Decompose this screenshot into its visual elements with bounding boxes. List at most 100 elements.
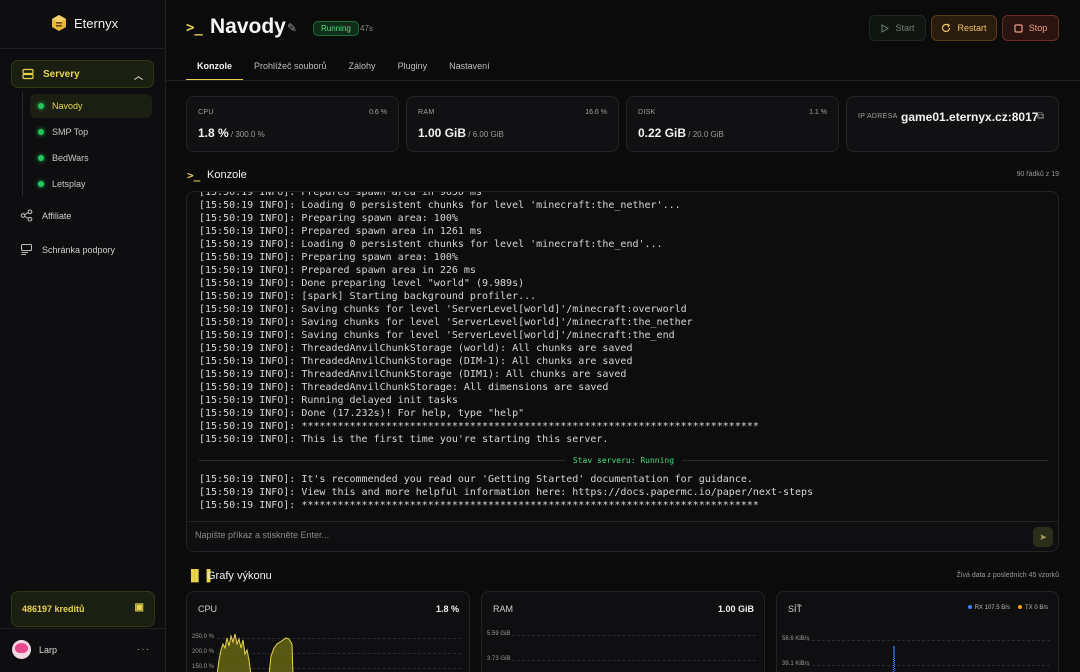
tab-settings[interactable]: Nastavení bbox=[438, 58, 501, 81]
send-button[interactable]: ➤ bbox=[1033, 527, 1053, 547]
cpu-percent: 0.6 % bbox=[369, 109, 387, 116]
tab-backups[interactable]: Zálohy bbox=[338, 58, 387, 81]
credits-box[interactable]: 486197 kreditů ▣ bbox=[11, 591, 155, 627]
server-name: Letsplay bbox=[52, 179, 86, 189]
ram-tick: 5.59 GiB bbox=[487, 631, 511, 637]
rx-legend: RX 107.5 B/s bbox=[967, 605, 1010, 611]
log-line: [15:50:19 INFO]: It's recommended you re… bbox=[199, 474, 753, 485]
app-root: Eternyx Servery ︿ Navody SMP Top BedWars Le… bbox=[0, 0, 1080, 672]
ram-percent: 16.6 % bbox=[585, 109, 607, 116]
ip-address[interactable]: game01.eternyx.cz:8017 bbox=[901, 110, 1038, 124]
ip-label: IP ADRESA bbox=[858, 113, 898, 120]
ram-tick: 3.73 GiB bbox=[487, 656, 511, 662]
log-line: [15:50:19 INFO]: ThreadedAnvilChunkStora… bbox=[199, 369, 627, 380]
terminal-icon: >_ bbox=[186, 20, 203, 36]
net-tick: 58.6 KiB/s bbox=[782, 636, 810, 642]
sidebar-divider bbox=[0, 48, 165, 49]
online-dot-icon bbox=[38, 181, 44, 187]
restart-label: Restart bbox=[957, 23, 987, 33]
graphs-meta: Živá data z posledních 45 vzorků bbox=[956, 572, 1059, 579]
start-button[interactable]: Start bbox=[869, 15, 926, 41]
command-input[interactable] bbox=[195, 530, 975, 540]
console-line-count: 90 řádků z 19 bbox=[1016, 171, 1059, 178]
stop-button[interactable]: Stop bbox=[1002, 15, 1059, 41]
copy-icon[interactable]: ⧉ bbox=[1037, 111, 1044, 122]
log-line: [15:50:19 INFO]: Prepared spawn area in … bbox=[199, 226, 482, 237]
tab-bar: Konzole Prohlížeč souborů Zálohy Pluginy… bbox=[186, 58, 501, 81]
eternyx-logo-icon bbox=[52, 15, 66, 31]
server-name: Navody bbox=[52, 101, 83, 111]
sidebar-item-affiliate[interactable]: Affiliate bbox=[20, 209, 71, 222]
disk-max: / 20.0 GiB bbox=[686, 130, 724, 139]
tab-console[interactable]: Konzole bbox=[186, 58, 243, 81]
log-line: [15:50:19 INFO]: View this and more help… bbox=[199, 487, 814, 498]
tree-line bbox=[22, 92, 23, 196]
sidebar-divider bbox=[0, 628, 165, 629]
brand[interactable]: Eternyx bbox=[50, 14, 118, 32]
ram-label: RAM bbox=[418, 109, 435, 116]
tab-file-browser[interactable]: Prohlížeč souborů bbox=[243, 58, 338, 81]
play-icon bbox=[881, 23, 890, 33]
stop-label: Stop bbox=[1028, 23, 1048, 33]
edit-icon[interactable]: ✎ bbox=[287, 21, 297, 35]
network-graph-card: SÍŤ RX 107.5 B/s TX 0 B/s 58.6 KiB/s 39.… bbox=[776, 591, 1059, 672]
log-line: [15:50:19 INFO]: ThreadedAnvilChunkStora… bbox=[199, 356, 633, 367]
log-line: [15:50:19 INFO]: This is the first time … bbox=[199, 434, 609, 445]
sidebar-item-server[interactable]: SMP Top bbox=[30, 120, 152, 144]
uptime: 47s bbox=[360, 24, 373, 33]
log-line: [15:50:19 INFO]: [spark] Starting backgr… bbox=[199, 291, 537, 302]
avatar bbox=[12, 640, 31, 659]
ram-graph-card: RAM 1.00 GiB 5.59 GiB 3.73 GiB bbox=[481, 591, 765, 672]
cpu-value: 1.8 % bbox=[198, 126, 229, 140]
net-legend: RX 107.5 B/s TX 0 B/s bbox=[967, 605, 1048, 611]
log-line: [15:50:19 INFO]: Preparing spawn area: 1… bbox=[199, 252, 458, 263]
restart-button[interactable]: Restart bbox=[931, 15, 997, 41]
more-icon[interactable]: ··· bbox=[137, 644, 150, 655]
cpu-label: CPU bbox=[198, 109, 214, 116]
cpu-graph-plot bbox=[217, 633, 294, 672]
ram-max: / 6.00 GiB bbox=[466, 130, 504, 139]
sidebar-item-servers[interactable]: Servery ︿ bbox=[11, 60, 154, 88]
console-log-after: [15:50:19 INFO]: It's recommended you re… bbox=[199, 473, 813, 512]
console-panel[interactable]: [15:50:19 INFO]: Prepared spawn area in … bbox=[186, 191, 1059, 552]
log-line: [15:50:19 INFO]: Saving chunks for level… bbox=[199, 317, 693, 328]
cpu-max: / 300.0 % bbox=[228, 130, 265, 139]
page-title: Navody bbox=[210, 15, 286, 38]
log-line: [15:50:19 INFO]: ***********************… bbox=[199, 421, 759, 432]
sidebar-item-support[interactable]: Schránka podpory bbox=[20, 243, 115, 256]
cpu-tick: 200.0 % bbox=[192, 649, 215, 655]
disk-label: DISK bbox=[638, 109, 656, 116]
log-line: [15:50:19 INFO]: ***********************… bbox=[199, 500, 759, 511]
online-dot-icon bbox=[38, 129, 44, 135]
sidebar-item-server[interactable]: Navody bbox=[30, 94, 152, 118]
online-dot-icon bbox=[38, 103, 44, 109]
cpu-graph-label: CPU bbox=[198, 604, 218, 614]
log-line: [15:50:19 INFO]: Saving chunks for level… bbox=[199, 330, 675, 341]
console-log: [15:50:19 INFO]: Prepared spawn area in … bbox=[199, 192, 1048, 446]
terminal-icon: >_ bbox=[187, 169, 201, 182]
net-graph-label: SÍŤ bbox=[788, 604, 803, 614]
start-label: Start bbox=[895, 23, 915, 33]
affiliate-icon bbox=[20, 209, 33, 222]
log-line: [15:50:19 INFO]: Loading 0 persistent ch… bbox=[199, 239, 663, 250]
support-icon bbox=[20, 243, 33, 256]
command-bar: ➤ bbox=[187, 521, 1058, 551]
header-divider bbox=[166, 80, 1080, 81]
online-dot-icon bbox=[38, 155, 44, 161]
graphs-title: Grafy výkonu bbox=[207, 570, 272, 582]
cpu-graph-card: CPU 1.8 % 250.0 % 200.0 % 150.0 % bbox=[186, 591, 470, 672]
sidebar-item-server[interactable]: BedWars bbox=[30, 146, 152, 170]
restart-icon bbox=[942, 23, 951, 33]
sidebar-item-server[interactable]: Letsplay bbox=[30, 172, 152, 196]
server-status-divider: Stav serveru: Running bbox=[199, 454, 1048, 466]
console-title: Konzole bbox=[207, 169, 247, 181]
disk-percent: 1.1 % bbox=[809, 109, 827, 116]
log-line: [15:50:19 INFO]: ThreadedAnvilChunkStora… bbox=[199, 382, 609, 393]
ram-value-line: 1.00 GiB / 6.00 GiB bbox=[418, 126, 504, 140]
user-menu[interactable]: Larp bbox=[12, 640, 57, 659]
chevron-up-icon: ︿ bbox=[133, 71, 143, 81]
net-tick: 39.1 KiB/s bbox=[782, 661, 810, 667]
tab-plugins[interactable]: Pluginy bbox=[387, 58, 439, 81]
server-name: BedWars bbox=[52, 153, 89, 163]
ip-card: IP ADRESA game01.eternyx.cz:8017 ⧉ bbox=[846, 96, 1059, 152]
